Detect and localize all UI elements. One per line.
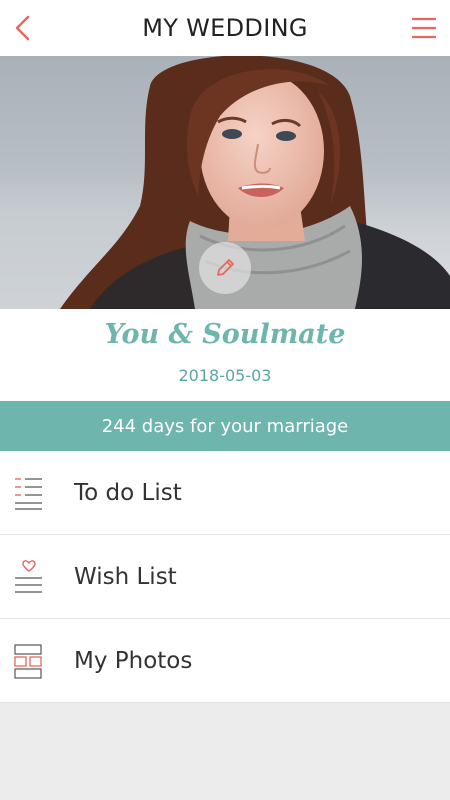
wish-list-item[interactable]: Wish List [0, 535, 450, 619]
todo-list-label: To do List [74, 480, 182, 506]
page-title: MY WEDDING [142, 14, 308, 42]
app-header: MY WEDDING [0, 0, 450, 56]
couple-names[interactable]: You & Soulmate [0, 319, 450, 350]
countdown-banner: 244 days for your marriage [0, 401, 450, 451]
couple-info: You & Soulmate 2018-05-03 [0, 309, 450, 401]
heart-list-icon [15, 560, 42, 593]
wedding-date[interactable]: 2018-05-03 [0, 366, 450, 385]
wish-list-label: Wish List [74, 564, 177, 590]
checklist-icon [15, 478, 42, 510]
my-photos-item[interactable]: My Photos [0, 619, 450, 703]
chevron-left-icon [15, 15, 30, 41]
my-photos-label: My Photos [74, 648, 193, 674]
countdown-text: 244 days for your marriage [101, 415, 349, 437]
menu-button[interactable] [410, 14, 438, 42]
menu-list: To do List Wish List My Photos [0, 451, 450, 703]
photo-grid-icon [14, 644, 42, 679]
back-button[interactable] [10, 12, 38, 44]
edit-photo-button[interactable] [199, 242, 251, 294]
pencil-icon [217, 259, 234, 276]
todo-list-item[interactable]: To do List [0, 451, 450, 535]
hamburger-menu-icon [412, 17, 436, 39]
